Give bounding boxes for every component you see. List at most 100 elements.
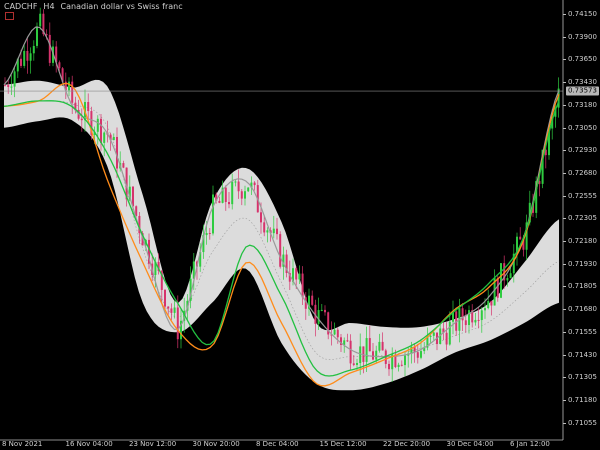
time-tick-label: 6 Jan 12:00	[510, 440, 550, 448]
time-tick-label: 30 Nov 20:00	[192, 440, 240, 448]
price-tick-label: 0.71930	[568, 259, 597, 268]
candle-body	[420, 351, 422, 358]
price-tick-label: 0.72305	[568, 214, 597, 223]
price-tick-mark	[563, 14, 566, 15]
candle-body	[506, 278, 509, 281]
candle-body	[349, 340, 352, 364]
candle-body	[26, 50, 29, 61]
candle-body	[336, 329, 339, 338]
candle-body	[10, 86, 13, 88]
price-tick-label: 0.71430	[568, 350, 597, 359]
candle-body	[68, 81, 70, 91]
band-fill	[4, 79, 559, 391]
candle-body	[509, 273, 512, 279]
price-tick-label: 0.72180	[568, 237, 597, 245]
candle-body	[468, 310, 470, 326]
candle-body	[311, 295, 314, 305]
candle-body	[263, 222, 266, 233]
candle-body	[388, 363, 390, 370]
candle-body	[416, 352, 419, 358]
candle-body	[298, 273, 301, 280]
price-tick-mark	[563, 241, 566, 242]
candle-body	[317, 310, 320, 324]
candle-body	[484, 308, 486, 311]
candle-body	[39, 13, 42, 27]
price-tick-mark	[563, 309, 566, 311]
candle-body	[445, 332, 448, 345]
time-tick-label: 15 Dec 12:00	[319, 440, 367, 448]
chart-window[interactable]: CADCHF H4 Canadian dollar vs Swiss franc 0…	[0, 0, 600, 450]
candle-body	[208, 233, 211, 235]
candle-body	[464, 320, 467, 326]
indicator-icon[interactable]	[5, 12, 14, 20]
candle-body	[474, 319, 477, 323]
candle-body	[237, 181, 240, 192]
candle-body	[164, 289, 166, 307]
candle-body	[295, 268, 298, 280]
candle-body	[36, 26, 38, 46]
candle-body	[218, 200, 221, 203]
candle-body	[346, 340, 349, 342]
candle-body	[477, 319, 480, 321]
time-axis[interactable]: 8 Nov 2021 16 Nov 04:00 23 Nov 12:00 30 Nov…	[0, 440, 600, 450]
current-price-tag: 0.73573	[566, 86, 599, 96]
price-tick-mark	[563, 195, 566, 197]
candle-body	[96, 118, 99, 132]
candle-body	[100, 118, 102, 143]
candle-body	[80, 118, 83, 121]
candle-body	[32, 45, 35, 54]
chart-title: CADCHF H4 Canadian dollar vs Swiss franc	[4, 2, 189, 11]
candle-body	[487, 300, 490, 309]
candle-body	[224, 187, 227, 203]
candle-body	[320, 309, 323, 311]
candle-body	[173, 307, 176, 313]
candle-body	[112, 136, 115, 141]
time-tick-label: 23 Nov 12:00	[129, 440, 177, 448]
price-tick-label: 0.73650	[568, 55, 597, 64]
price-tick-label: 0.71305	[568, 373, 597, 382]
price-tick-label: 0.74150	[568, 10, 597, 18]
candle-body	[20, 58, 22, 66]
price-tick-mark	[563, 127, 566, 129]
candle-body	[48, 34, 51, 63]
candle-body	[253, 182, 256, 186]
price-axis[interactable]: 0.74150 0.73900 0.73650 0.73430 0.73180 0.730…	[563, 0, 600, 440]
candle-body	[234, 181, 237, 183]
candle-body	[400, 364, 403, 366]
time-tick-label: 8 Nov 2021	[2, 440, 43, 448]
price-tick-label: 0.72680	[568, 168, 597, 177]
price-tick-mark	[563, 82, 566, 84]
price-tick-mark	[563, 354, 566, 356]
candle-body	[240, 191, 243, 199]
price-tick-mark	[563, 172, 566, 174]
candle-body	[231, 181, 234, 205]
candle-body	[228, 202, 230, 205]
timeframe-label: H4	[43, 2, 55, 11]
candle-body	[365, 338, 368, 362]
price-tick-mark	[563, 59, 566, 61]
candle-body	[381, 341, 384, 351]
price-tick-label: 0.71555	[568, 327, 597, 336]
candle-body	[324, 309, 326, 313]
price-tick-mark	[563, 104, 566, 106]
description-label: Canadian dollar vs Swiss franc	[60, 2, 183, 11]
price-tick-label: 0.73430	[568, 78, 597, 87]
time-tick-label: 16 Nov 04:00	[65, 440, 113, 448]
price-tick-mark	[563, 377, 566, 379]
candle-body	[480, 310, 483, 321]
price-tick-label: 0.72555	[568, 191, 597, 200]
price-tick-label: 0.71180	[568, 395, 597, 404]
candle-body	[122, 163, 125, 168]
price-tick-label: 0.72930	[568, 146, 597, 155]
candle-body	[375, 350, 378, 360]
candle-body	[368, 338, 371, 352]
candle-body	[397, 364, 400, 368]
candle-body	[266, 230, 269, 233]
candle-body	[272, 228, 275, 234]
candle-body	[279, 234, 282, 267]
price-plot[interactable]	[0, 0, 600, 450]
candle-body	[333, 329, 336, 335]
candle-body	[212, 194, 214, 234]
candle-body	[58, 62, 61, 69]
price-tick-mark	[563, 218, 566, 220]
